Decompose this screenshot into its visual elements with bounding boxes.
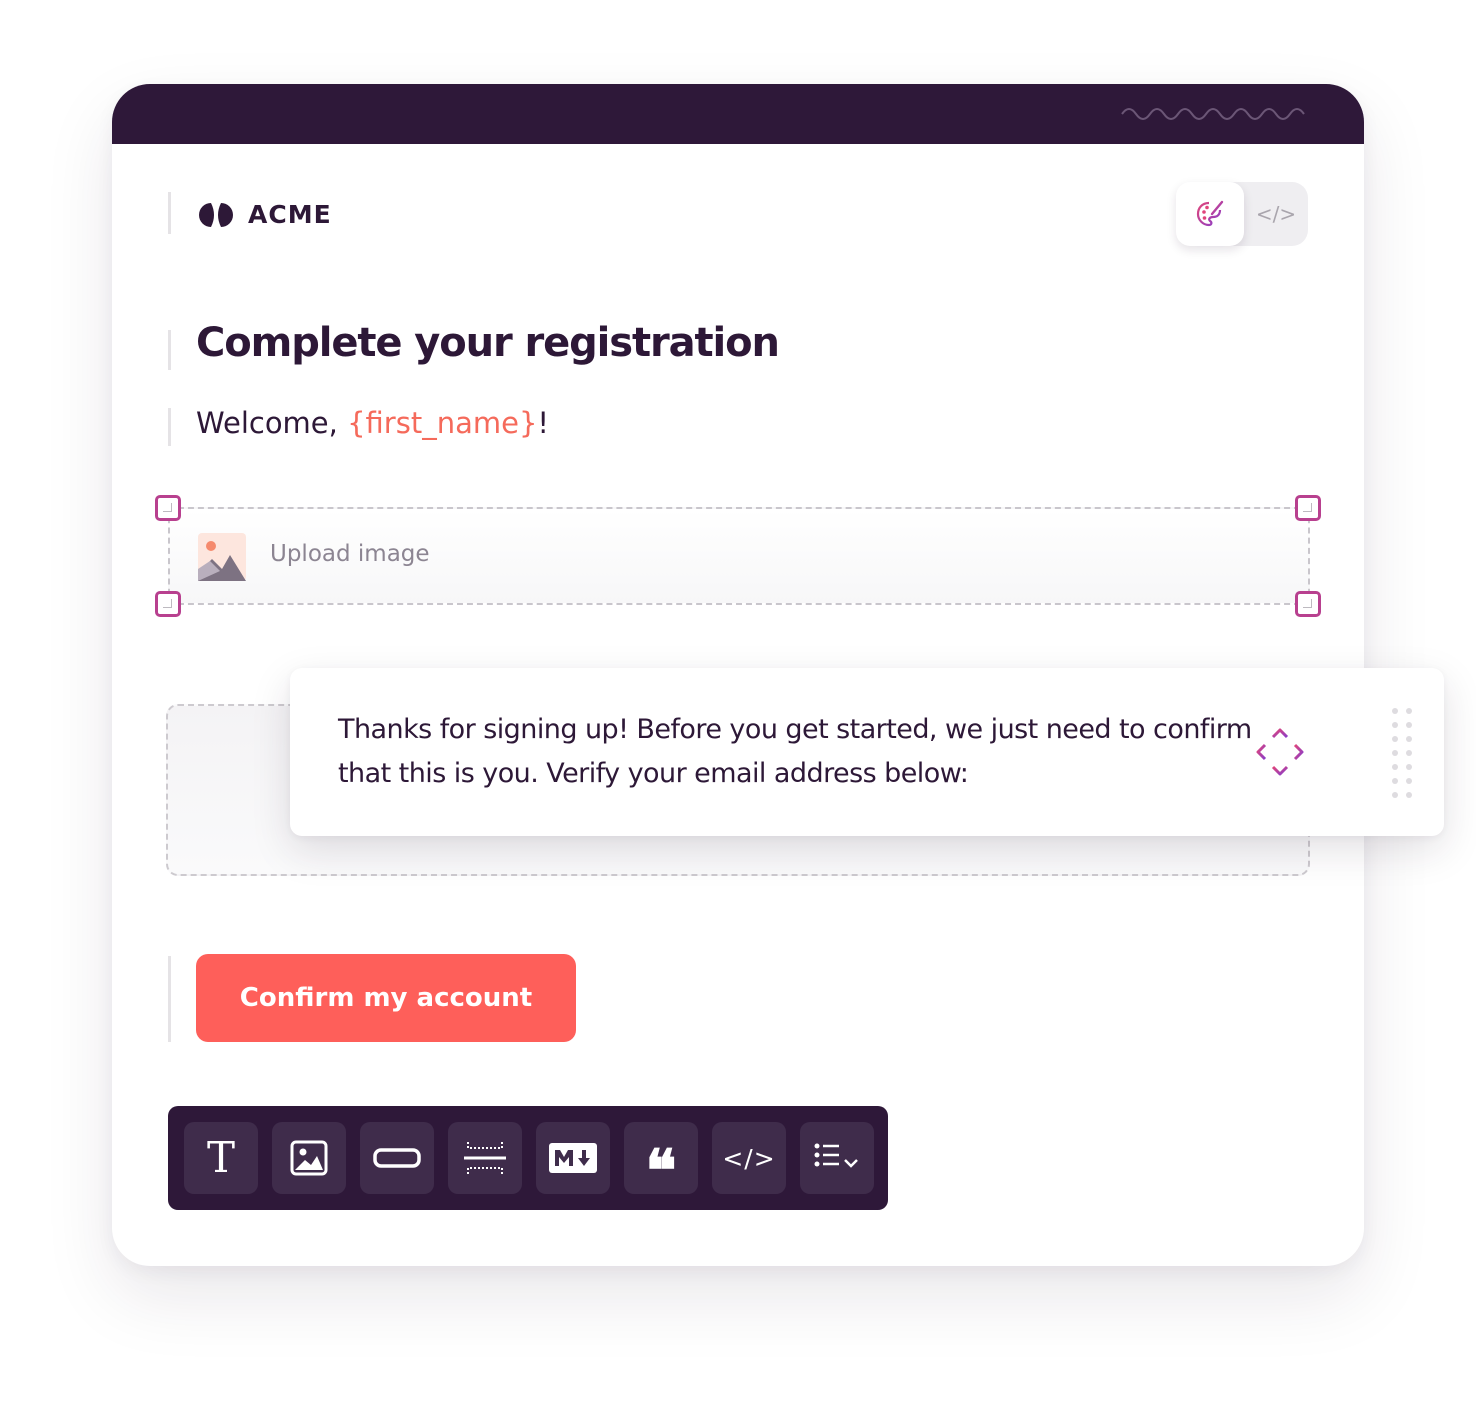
add-button-block-button[interactable]: [360, 1122, 434, 1194]
block-rule: [168, 956, 171, 1042]
button-block-icon: [373, 1148, 421, 1168]
resize-handle-bottom-left[interactable]: [155, 591, 181, 617]
add-divider-block-button[interactable]: [448, 1122, 522, 1194]
image-placeholder-icon: [198, 533, 246, 581]
first-name-variable: {first_name}: [347, 406, 538, 440]
acme-logo-icon: [199, 202, 233, 227]
resize-handle-top-right[interactable]: [1295, 495, 1321, 521]
move-icon[interactable]: [1254, 726, 1306, 778]
palette-icon: [1196, 200, 1224, 227]
add-quote-block-button[interactable]: ❝: [624, 1122, 698, 1200]
code-icon: </>: [722, 1143, 776, 1173]
add-text-block-button[interactable]: T: [184, 1122, 258, 1194]
upload-image-label: Upload image: [270, 541, 430, 567]
add-list-block-button[interactable]: [800, 1122, 874, 1194]
editor-header-bar: [112, 84, 1364, 144]
divider-icon: [464, 1142, 506, 1174]
block-rule: [168, 192, 171, 234]
image-icon: [290, 1140, 328, 1176]
add-image-block-button[interactable]: [272, 1122, 346, 1194]
block-rule: [168, 330, 171, 370]
resize-handle-bottom-right[interactable]: [1295, 591, 1321, 617]
drag-handle-icon[interactable]: [1390, 708, 1414, 798]
text-icon: T: [206, 1133, 235, 1182]
markdown-icon: [549, 1143, 597, 1173]
design-mode-button[interactable]: [1176, 182, 1244, 246]
list-icon: [814, 1143, 858, 1168]
editor-mode-toggle[interactable]: </>: [1176, 182, 1308, 246]
email-title[interactable]: Complete your registration: [196, 320, 780, 366]
dragged-text-block[interactable]: Thanks for signing up! Before you get st…: [290, 668, 1444, 836]
welcome-prefix: Welcome,: [196, 406, 348, 440]
block-toolbar: T ❝ </>: [168, 1106, 888, 1210]
email-body-text[interactable]: Thanks for signing up! Before you get st…: [338, 708, 1268, 796]
code-mode-button[interactable]: </>: [1244, 182, 1308, 246]
squiggle-decoration: [1121, 108, 1305, 120]
brand-logo: ACME: [198, 200, 332, 229]
add-code-block-button[interactable]: </>: [712, 1122, 786, 1194]
add-markdown-block-button[interactable]: [536, 1122, 610, 1194]
quote-icon: ❝: [645, 1137, 677, 1205]
brand-name: ACME: [248, 200, 332, 229]
confirm-account-button[interactable]: Confirm my account: [196, 954, 576, 1042]
welcome-suffix: !: [537, 406, 550, 440]
resize-handle-top-left[interactable]: [155, 495, 181, 521]
block-rule: [168, 408, 171, 446]
image-upload-block[interactable]: Upload image: [168, 507, 1310, 605]
welcome-line[interactable]: Welcome, {first_name}!: [196, 406, 549, 440]
